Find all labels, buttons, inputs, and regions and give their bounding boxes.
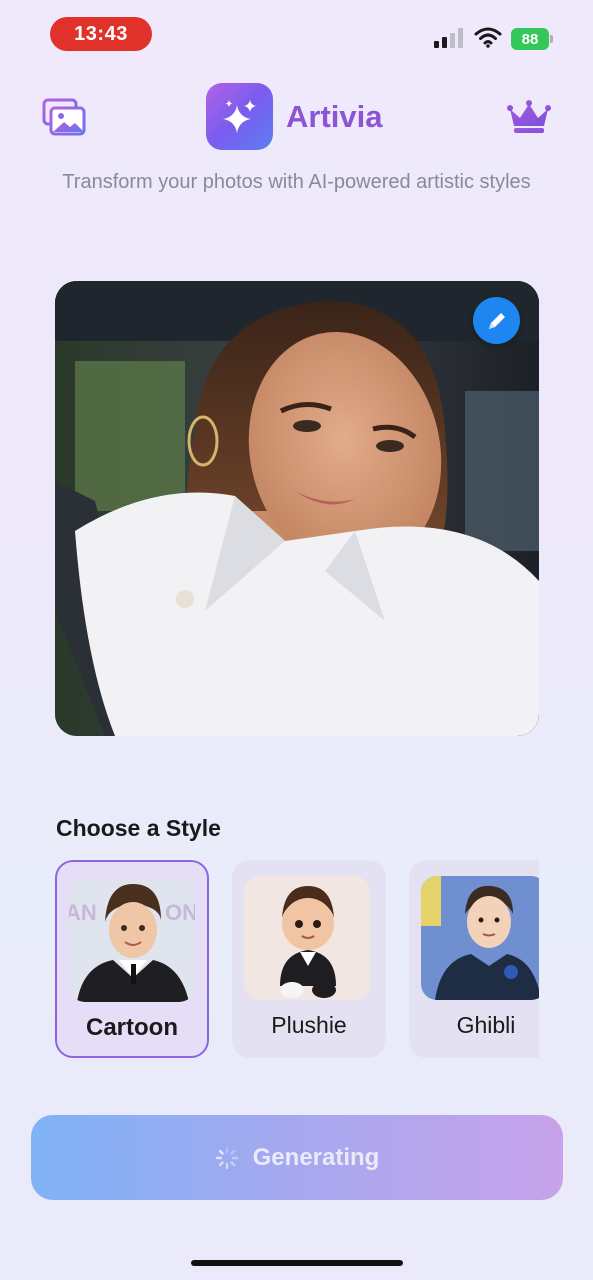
generate-button[interactable]: Generating	[31, 1115, 563, 1200]
battery-indicator: 88	[511, 28, 549, 50]
style-option-plushie[interactable]: Plushie	[232, 860, 386, 1058]
choose-style-heading: Choose a Style	[56, 815, 221, 841]
style-option-cartoon[interactable]: AN ON Cartoon	[55, 860, 209, 1058]
home-indicator[interactable]	[191, 1260, 403, 1266]
generate-button-label: Generating	[252, 1143, 380, 1171]
edit-photo-button[interactable]	[473, 297, 520, 344]
cellular-signal-icon	[434, 28, 463, 48]
status-time[interactable]: 13:43	[50, 17, 152, 51]
app-subtitle: Transform your photos with AI-powered ar…	[62, 171, 531, 193]
loading-spinner-icon	[215, 1146, 238, 1169]
app-title: Artivia	[286, 99, 383, 134]
battery-tip	[550, 35, 553, 43]
style-label-cartoon: Cartoon	[86, 1014, 178, 1041]
style-thumbnail-ghibli	[421, 876, 539, 1000]
gallery-icon[interactable]	[42, 98, 86, 136]
uploaded-photo[interactable]	[55, 281, 539, 736]
portrait-photo	[55, 281, 539, 736]
style-thumbnail-cartoon: AN ON	[69, 878, 195, 1002]
style-label-ghibli: Ghibli	[456, 1012, 516, 1038]
sparkles-icon	[222, 99, 256, 133]
svg-text:AN: AN	[69, 900, 97, 925]
status-bar: 13:43 88	[0, 0, 593, 70]
crown-icon[interactable]	[507, 100, 551, 134]
app-logo	[206, 83, 273, 150]
svg-text:ON: ON	[165, 900, 195, 925]
style-option-ghibli[interactable]: Ghibli	[409, 860, 539, 1058]
style-carousel[interactable]: AN ON Cartoon Plushie Ghibli	[55, 860, 539, 1062]
pencil-icon	[488, 312, 505, 329]
style-thumbnail-plushie	[244, 876, 370, 1000]
style-label-plushie: Plushie	[271, 1012, 347, 1038]
wifi-icon	[474, 27, 502, 48]
